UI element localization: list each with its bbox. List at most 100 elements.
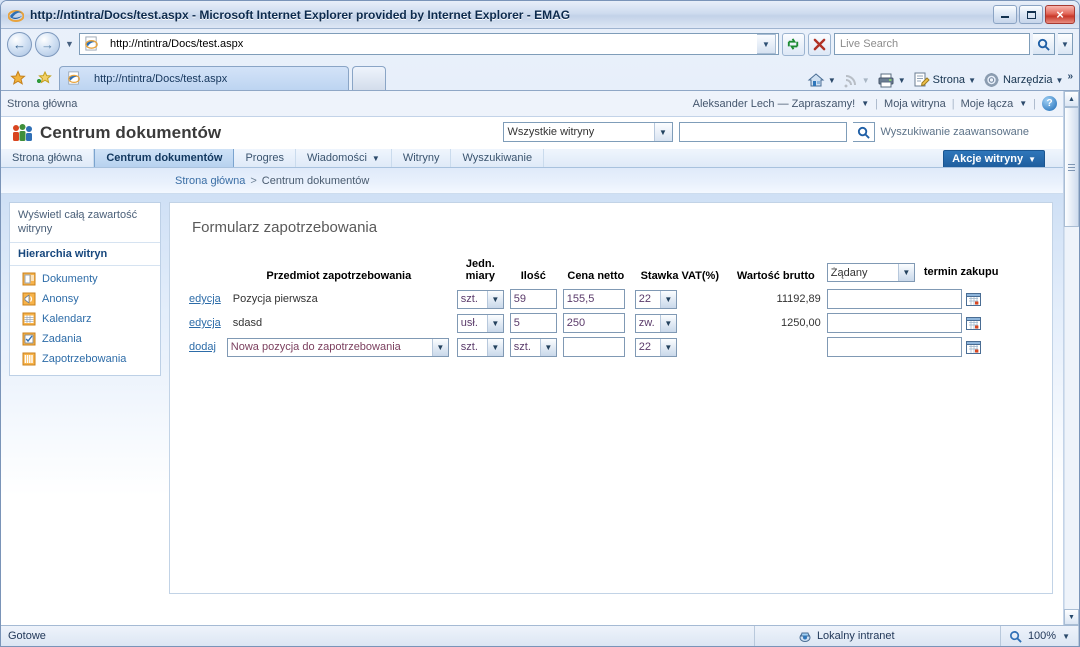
site-search-input[interactable] bbox=[678, 122, 847, 142]
global-home-link[interactable]: Strona główna bbox=[7, 98, 693, 110]
restore-button[interactable] bbox=[1019, 5, 1043, 24]
tab-strona-glowna[interactable]: Strona główna bbox=[1, 149, 95, 167]
feeds-button[interactable]: ▼ bbox=[840, 70, 873, 90]
history-dropdown-icon[interactable]: ▼ bbox=[63, 39, 76, 49]
print-caret-icon[interactable]: ▼ bbox=[898, 76, 906, 85]
home-button[interactable]: ▼ bbox=[804, 70, 839, 90]
purchase-date-input[interactable] bbox=[826, 337, 962, 357]
add-favorite-icon[interactable] bbox=[33, 66, 55, 90]
chevron-down-icon[interactable]: ▼ bbox=[486, 290, 503, 308]
calendar-picker-icon[interactable] bbox=[965, 340, 981, 354]
breadcrumb-root-link[interactable]: Strona główna bbox=[175, 175, 245, 187]
view-all-site-content-link[interactable]: Wyświetl całą zawartość witryny bbox=[10, 203, 160, 243]
vat-select[interactable]: 22 ▼ bbox=[634, 337, 677, 357]
purchase-date-input[interactable] bbox=[826, 313, 962, 333]
intranet-zone-icon bbox=[798, 630, 812, 643]
purchase-date-input[interactable] bbox=[826, 289, 962, 309]
tools-menu-caret-icon[interactable]: ▼ bbox=[1056, 76, 1064, 85]
search-scope-select[interactable]: Wszystkie witryny ▼ bbox=[502, 122, 673, 142]
edit-link[interactable]: edycja bbox=[189, 317, 221, 329]
chevron-down-icon[interactable]: ▼ bbox=[659, 290, 676, 308]
tab-witryny[interactable]: Witryny bbox=[392, 149, 452, 167]
scroll-up-button[interactable]: ▲ bbox=[1064, 91, 1079, 107]
divider: | bbox=[951, 97, 955, 110]
edit-link[interactable]: edycja bbox=[189, 293, 221, 305]
quantity-input[interactable] bbox=[509, 289, 557, 309]
page-menu-button[interactable]: Strona ▼ bbox=[910, 70, 979, 90]
advanced-search-link[interactable]: Wyszukiwanie zaawansowane bbox=[881, 126, 1029, 138]
date-type-select[interactable]: Żądany ▼ bbox=[826, 263, 915, 282]
uom-select[interactable]: usł. ▼ bbox=[456, 313, 504, 333]
favorites-star-icon[interactable] bbox=[7, 66, 29, 90]
new-tab-button[interactable] bbox=[352, 66, 386, 90]
quantity-select[interactable]: szt. ▼ bbox=[509, 337, 557, 357]
net-price-input[interactable] bbox=[562, 313, 625, 333]
sidebar-item-zadania[interactable]: Zadania bbox=[10, 329, 160, 349]
site-search-button[interactable] bbox=[852, 122, 875, 142]
forward-button[interactable]: → bbox=[35, 31, 60, 57]
site-actions-button[interactable]: Akcje witryny ▼ bbox=[943, 150, 1045, 167]
calendar-picker-icon[interactable] bbox=[965, 316, 981, 330]
chevron-down-icon[interactable]: ▼ bbox=[897, 264, 914, 281]
page-menu-caret-icon[interactable]: ▼ bbox=[968, 76, 976, 85]
my-site-link[interactable]: Moja witryna bbox=[884, 98, 946, 110]
my-links-caret-icon[interactable]: ▼ bbox=[1019, 99, 1027, 108]
chevron-down-icon[interactable]: ▼ bbox=[539, 338, 556, 356]
address-dropdown-icon[interactable]: ▼ bbox=[757, 34, 776, 54]
new-item-select[interactable]: Nowa pozycja do zapotrzebowania ▼ bbox=[226, 337, 449, 357]
chevron-down-icon[interactable]: ▼ bbox=[486, 314, 503, 332]
chevron-down-icon[interactable]: ▼ bbox=[659, 338, 676, 356]
sidebar-item-zapotrzebowania[interactable]: Zapotrzebowania bbox=[10, 349, 160, 369]
vat-select[interactable]: 22 ▼ bbox=[634, 289, 677, 309]
tools-menu-button[interactable]: Narzędzia ▼ bbox=[980, 70, 1066, 90]
minimize-button[interactable] bbox=[993, 5, 1017, 24]
sidebar-item-label: Zapotrzebowania bbox=[42, 353, 127, 365]
welcome-menu[interactable]: Aleksander Lech — Zapraszamy! bbox=[693, 98, 856, 110]
sidebar-item-anonsy[interactable]: Anonsy bbox=[10, 289, 160, 309]
chevron-down-icon[interactable]: ▼ bbox=[659, 314, 676, 332]
search-options-caret-icon[interactable]: ▼ bbox=[1058, 33, 1073, 55]
browser-tab-active[interactable]: http://ntintra/Docs/test.aspx bbox=[59, 66, 349, 90]
zoom-caret-icon[interactable]: ▼ bbox=[1062, 632, 1070, 641]
chevron-down-icon[interactable]: ▼ bbox=[372, 154, 380, 163]
tab-centrum-dokumentow[interactable]: Centrum dokumentów bbox=[94, 149, 235, 167]
form-title: Formularz zapotrzebowania bbox=[192, 219, 378, 236]
address-field[interactable]: http://ntintra/Docs/test.aspx ▼ bbox=[79, 33, 779, 55]
tab-wiadomosci[interactable]: Wiadomości ▼ bbox=[296, 149, 392, 167]
tab-progres[interactable]: Progres bbox=[234, 149, 296, 167]
zoom-control[interactable]: 100% ▼ bbox=[1001, 626, 1079, 646]
sidebar-item-dokumenty[interactable]: Dokumenty bbox=[10, 269, 160, 289]
window-controls: × bbox=[993, 5, 1075, 24]
search-input[interactable]: Live Search bbox=[834, 33, 1030, 55]
security-zone[interactable]: Lokalny intranet bbox=[791, 626, 1001, 646]
help-icon[interactable]: ? bbox=[1042, 96, 1057, 111]
chevron-down-icon[interactable]: ▼ bbox=[486, 338, 503, 356]
scrollbar-thumb[interactable] bbox=[1064, 107, 1079, 227]
tab-label: Witryny bbox=[402, 152, 440, 164]
print-button[interactable]: ▼ bbox=[874, 70, 909, 90]
stop-icon[interactable] bbox=[808, 32, 831, 56]
welcome-caret-icon[interactable]: ▼ bbox=[861, 99, 869, 108]
scroll-down-button[interactable]: ▼ bbox=[1064, 609, 1079, 625]
tab-wyszukiwanie[interactable]: Wyszukiwanie bbox=[451, 149, 545, 167]
chevron-down-icon[interactable]: ▼ bbox=[653, 123, 672, 141]
close-button[interactable]: × bbox=[1045, 5, 1075, 24]
calendar-picker-icon[interactable] bbox=[965, 292, 981, 306]
scrollbar-track[interactable] bbox=[1064, 227, 1079, 609]
sidebar-item-kalendarz[interactable]: Kalendarz bbox=[10, 309, 160, 329]
home-caret-icon[interactable]: ▼ bbox=[828, 76, 836, 85]
refresh-icon[interactable] bbox=[782, 32, 805, 56]
magnifier-icon[interactable] bbox=[1033, 33, 1055, 55]
my-links-menu[interactable]: Moje łącza bbox=[961, 98, 1014, 110]
uom-select[interactable]: szt. ▼ bbox=[456, 289, 504, 309]
net-price-input[interactable] bbox=[562, 337, 625, 357]
chevron-down-icon[interactable]: ▼ bbox=[431, 338, 448, 356]
page-scrollbar[interactable]: ▲ ▼ bbox=[1063, 91, 1079, 625]
add-link[interactable]: dodaj bbox=[189, 341, 216, 353]
quantity-input[interactable] bbox=[509, 313, 557, 333]
back-button[interactable]: ← bbox=[7, 31, 32, 57]
uom-select[interactable]: szt. ▼ bbox=[456, 337, 504, 357]
vat-select[interactable]: zw. ▼ bbox=[634, 313, 677, 333]
net-price-input[interactable] bbox=[562, 289, 625, 309]
toolbar-overflow-icon[interactable]: » bbox=[1067, 71, 1073, 82]
